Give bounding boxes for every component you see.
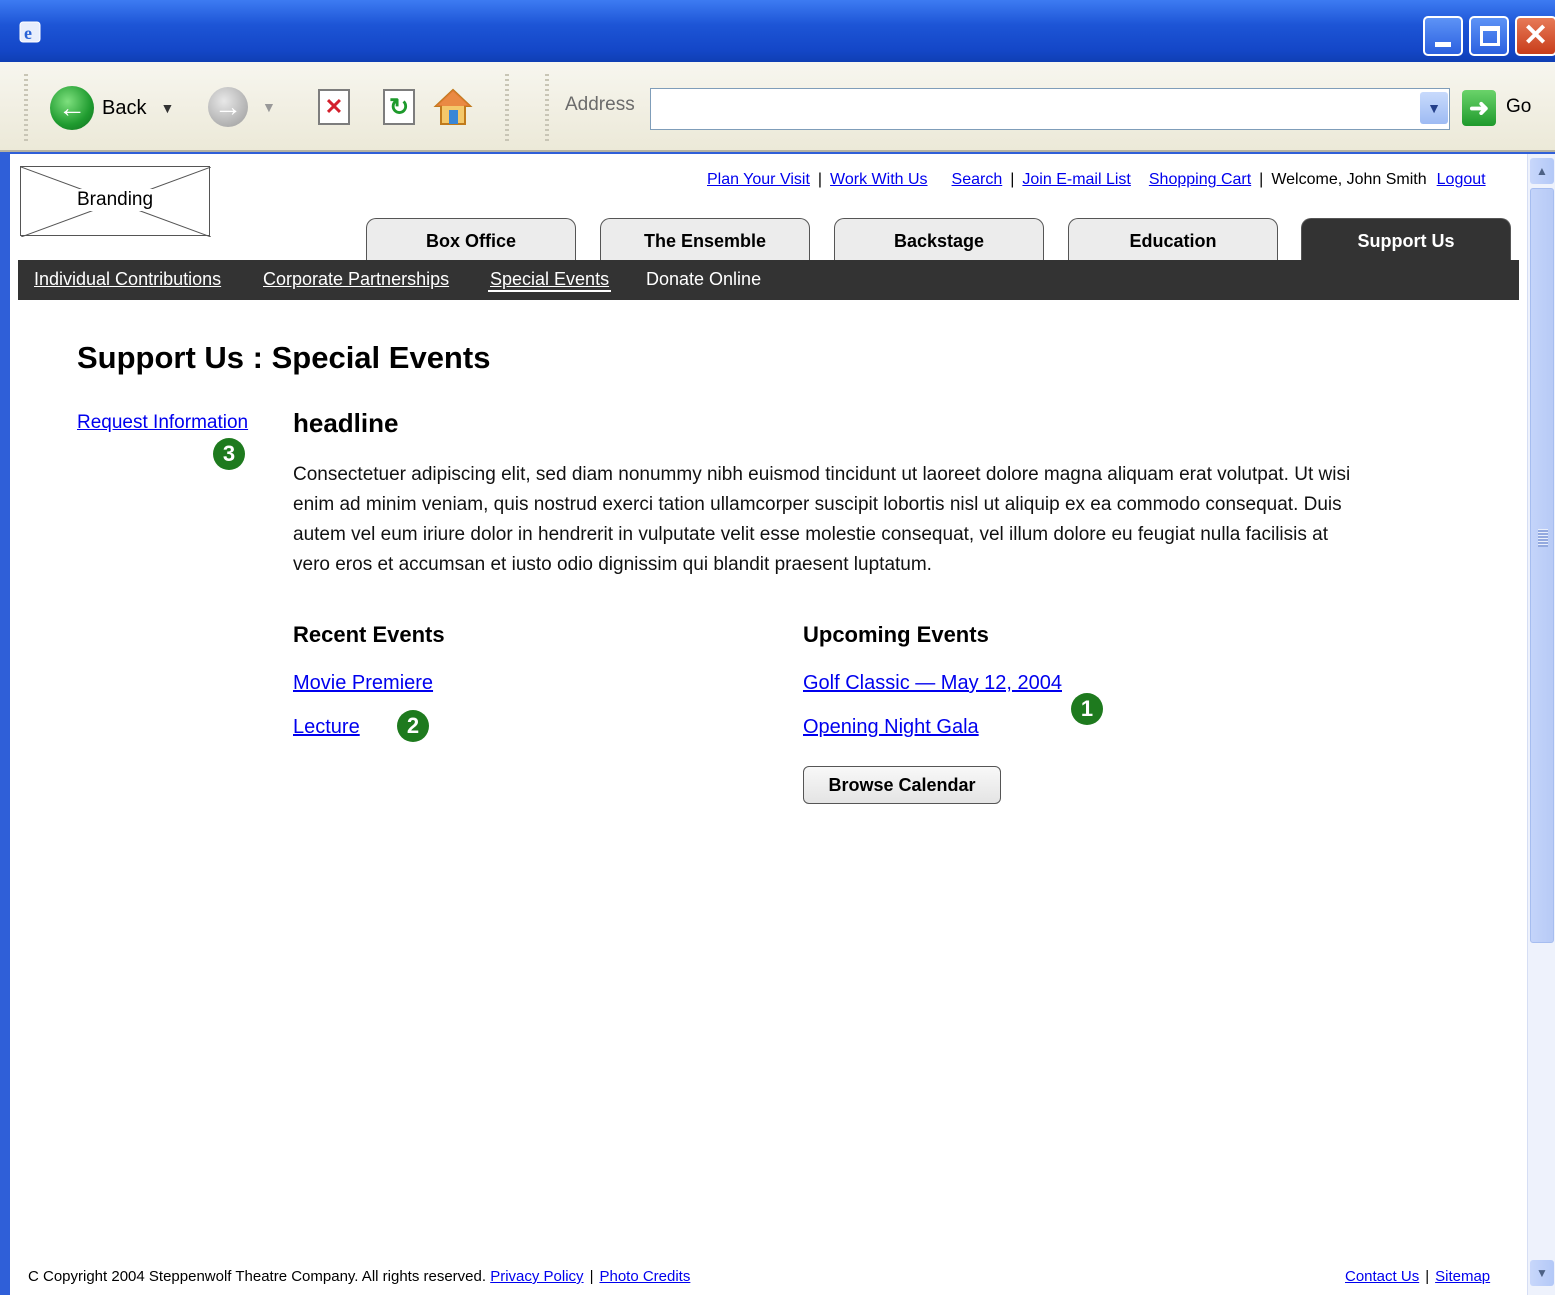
forward-dropdown-icon[interactable]: ▼ — [262, 99, 276, 115]
upcoming-events-title: Upcoming Events — [803, 622, 989, 647]
branding-label: Branding — [71, 189, 160, 211]
back-label: Back — [102, 96, 147, 119]
separator: | — [1010, 171, 1015, 188]
scrollbar-grip-icon — [1538, 529, 1548, 547]
contact-us-link[interactable]: Contact Us — [1345, 1268, 1419, 1285]
annotation-badge-2: 2 — [397, 710, 429, 742]
utility-nav: Plan Your Visit | Work With Us Search | Join … — [707, 171, 1486, 189]
sub-nav: Individual Contributions Corporate Partn… — [18, 260, 1519, 300]
separator: | — [1425, 1268, 1430, 1285]
copyright-text: C Copyright 2004 Steppenwolf Theatre Com… — [28, 1268, 487, 1285]
recent-events-title: Recent Events — [293, 622, 445, 647]
address-grip[interactable] — [545, 74, 549, 142]
separator: | — [1259, 171, 1264, 188]
back-button[interactable]: ← Back ▼ — [50, 85, 210, 131]
refresh-icon: ↻ — [383, 89, 415, 125]
subnav-corporate-partnerships[interactable]: Corporate Partnerships — [263, 269, 449, 290]
close-icon: ✕ — [1523, 19, 1549, 52]
scroll-down-icon[interactable]: ▼ — [1530, 1260, 1554, 1286]
logout-link[interactable]: Logout — [1437, 171, 1486, 188]
toolbar-divider — [505, 74, 509, 142]
vertical-scrollbar[interactable]: ▲ ▼ — [1527, 154, 1555, 1295]
svg-text:e: e — [24, 23, 32, 43]
forward-icon: → — [208, 87, 248, 127]
separator: | — [817, 171, 823, 188]
minimize-button[interactable] — [1423, 16, 1463, 56]
browse-calendar-button[interactable]: Browse Calendar — [803, 766, 1001, 804]
window-titlebar: e ✕ — [0, 0, 1555, 62]
event-link-movie-premiere[interactable]: Movie Premiere — [293, 672, 433, 695]
ie-icon: e — [18, 20, 44, 44]
toolbar-grip[interactable] — [24, 74, 28, 142]
web-page: Branding Plan Your Visit | Work With Us Sea… — [10, 154, 1527, 1295]
event-link-golf-classic[interactable]: Golf Classic — May 12, 2004 — [803, 672, 1062, 695]
footer-left: C Copyright 2004 Steppenwolf Theatre Com… — [28, 1268, 690, 1285]
go-arrow-icon: ➜ — [1468, 94, 1490, 122]
search-link[interactable]: Search — [952, 171, 1003, 188]
subnav-donate-online[interactable]: Donate Online — [646, 269, 761, 290]
scroll-up-icon[interactable]: ▲ — [1530, 158, 1554, 184]
separator: | — [589, 1268, 594, 1285]
sitemap-link[interactable]: Sitemap — [1435, 1268, 1490, 1285]
annotation-badge-3: 3 — [213, 438, 245, 470]
home-icon — [433, 88, 473, 125]
tab-support-us[interactable]: Support Us — [1301, 218, 1511, 260]
photo-credits-link[interactable]: Photo Credits — [599, 1268, 690, 1285]
page-title: Support Us : Special Events — [77, 340, 491, 375]
go-button[interactable]: ➜ — [1462, 90, 1496, 126]
subnav-special-events[interactable]: Special Events — [488, 269, 612, 292]
branding-placeholder: Branding — [20, 166, 211, 237]
maximize-icon — [1480, 26, 1500, 46]
shopping-cart-link[interactable]: Shopping Cart — [1149, 171, 1251, 188]
tab-the-ensemble[interactable]: The Ensemble — [600, 218, 810, 260]
subnav-individual-contributions[interactable]: Individual Contributions — [34, 269, 221, 290]
event-link-lecture[interactable]: Lecture — [293, 716, 360, 739]
tab-box-office[interactable]: Box Office — [366, 218, 576, 260]
go-label[interactable]: Go — [1506, 96, 1531, 118]
maximize-button[interactable] — [1469, 16, 1509, 56]
close-button[interactable]: ✕ — [1515, 16, 1555, 56]
headline: headline — [293, 408, 399, 438]
scrollbar-thumb[interactable] — [1530, 188, 1554, 943]
welcome-text: Welcome, John Smith — [1271, 171, 1427, 188]
home-button[interactable] — [430, 84, 476, 130]
forward-button[interactable]: → ▼ — [208, 87, 276, 127]
stop-icon: ✕ — [318, 89, 350, 125]
tab-backstage[interactable]: Backstage — [834, 218, 1044, 260]
minimize-icon — [1435, 42, 1451, 47]
request-information-link[interactable]: Request Information — [77, 412, 248, 434]
annotation-badge-1: 1 — [1071, 693, 1103, 725]
refresh-button[interactable]: ↻ — [376, 84, 422, 130]
stop-button[interactable]: ✕ — [311, 84, 357, 130]
address-input[interactable] — [650, 88, 1450, 130]
back-icon: ← — [50, 86, 94, 130]
tab-education[interactable]: Education — [1068, 218, 1278, 260]
back-dropdown-icon[interactable]: ▼ — [160, 100, 174, 116]
address-dropdown-icon[interactable]: ▼ — [1420, 92, 1448, 124]
event-link-opening-night-gala[interactable]: Opening Night Gala — [803, 716, 979, 739]
footer-right: Contact Us | Sitemap — [1345, 1268, 1490, 1285]
plan-visit-link[interactable]: Plan Your Visit — [707, 171, 810, 188]
address-label: Address — [565, 94, 635, 115]
privacy-policy-link[interactable]: Privacy Policy — [490, 1268, 583, 1285]
work-with-us-link[interactable]: Work With Us — [830, 171, 927, 188]
body-text: Consectetuer adipiscing elit, sed diam n… — [293, 464, 1351, 575]
join-email-link[interactable]: Join E-mail List — [1022, 171, 1130, 188]
